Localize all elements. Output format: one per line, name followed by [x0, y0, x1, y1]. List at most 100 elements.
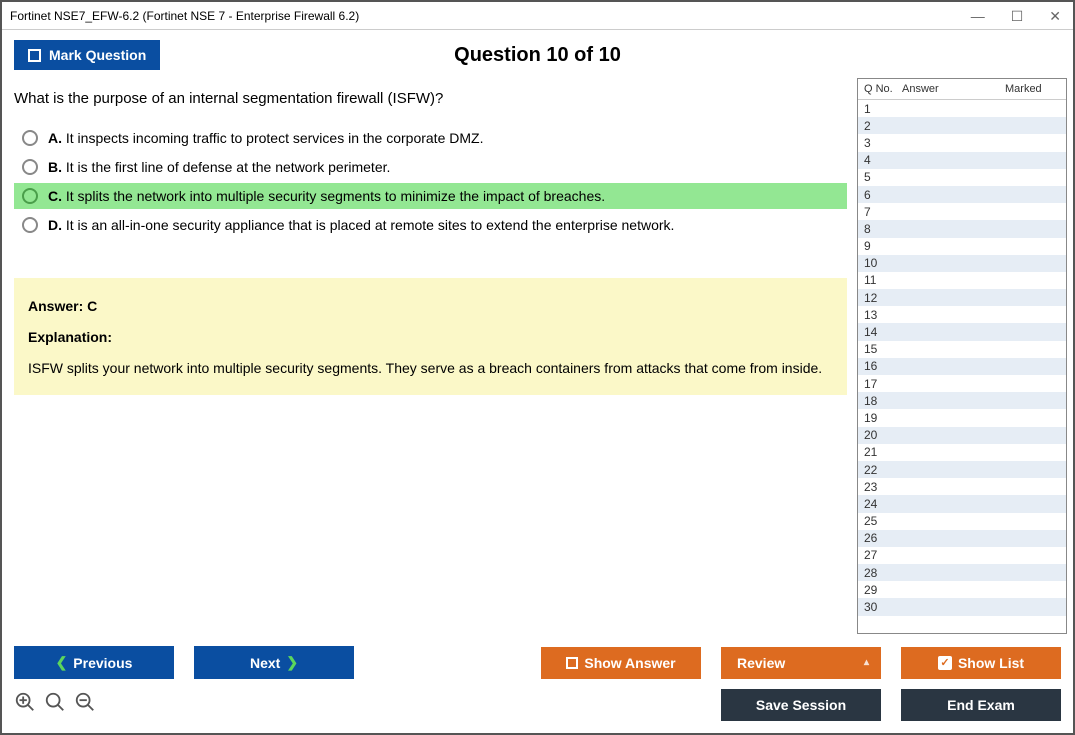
- answer-box: Answer: C Explanation: ISFW splits your …: [14, 278, 847, 395]
- square-icon: [566, 657, 578, 669]
- grid-cell-qno: 30: [864, 600, 902, 614]
- col-header-qno: Q No.: [864, 83, 902, 95]
- grid-row[interactable]: 27: [858, 547, 1066, 564]
- grid-cell-qno: 6: [864, 188, 902, 202]
- grid-row[interactable]: 21: [858, 444, 1066, 461]
- previous-button[interactable]: ❮ Previous: [14, 646, 174, 679]
- zoom-reset-icon[interactable]: [44, 691, 66, 719]
- option-d[interactable]: D. It is an all-in-one security applianc…: [14, 212, 847, 238]
- grid-row[interactable]: 7: [858, 203, 1066, 220]
- grid-row[interactable]: 18: [858, 392, 1066, 409]
- footer: ❮ Previous Next ❯ Show Answer Review ▴ ✓…: [2, 638, 1073, 733]
- grid-cell-qno: 19: [864, 411, 902, 425]
- grid-row[interactable]: 13: [858, 306, 1066, 323]
- footer-row-1: ❮ Previous Next ❯ Show Answer Review ▴ ✓…: [14, 646, 1061, 679]
- show-list-label: Show List: [958, 655, 1024, 671]
- grid-row[interactable]: 10: [858, 255, 1066, 272]
- grid-cell-qno: 11: [864, 273, 902, 287]
- grid-row[interactable]: 14: [858, 323, 1066, 340]
- end-exam-button[interactable]: End Exam: [901, 689, 1061, 721]
- grid-cell-qno: 22: [864, 463, 902, 477]
- grid-cell-qno: 10: [864, 256, 902, 270]
- grid-cell-qno: 1: [864, 102, 902, 116]
- option-text: C. It splits the network into multiple s…: [48, 188, 605, 204]
- grid-row[interactable]: 12: [858, 289, 1066, 306]
- grid-row[interactable]: 25: [858, 513, 1066, 530]
- grid-row[interactable]: 9: [858, 238, 1066, 255]
- chevron-up-icon: ▴: [864, 657, 869, 668]
- save-session-button[interactable]: Save Session: [721, 689, 881, 721]
- window-title: Fortinet NSE7_EFW-6.2 (Fortinet NSE 7 - …: [10, 9, 967, 23]
- grid-cell-qno: 17: [864, 377, 902, 391]
- main-area: What is the purpose of an internal segme…: [2, 78, 1073, 638]
- zoom-controls: [14, 691, 96, 719]
- option-c[interactable]: C. It splits the network into multiple s…: [14, 183, 847, 209]
- grid-row[interactable]: 5: [858, 169, 1066, 186]
- grid-cell-qno: 29: [864, 583, 902, 597]
- titlebar: Fortinet NSE7_EFW-6.2 (Fortinet NSE 7 - …: [2, 2, 1073, 30]
- grid-cell-qno: 28: [864, 566, 902, 580]
- option-text: A. It inspects incoming traffic to prote…: [48, 130, 483, 146]
- grid-row[interactable]: 28: [858, 564, 1066, 581]
- next-label: Next: [250, 655, 280, 671]
- col-header-answer: Answer: [902, 83, 1005, 95]
- grid-row[interactable]: 22: [858, 461, 1066, 478]
- grid-row[interactable]: 26: [858, 530, 1066, 547]
- option-a[interactable]: A. It inspects incoming traffic to prote…: [14, 125, 847, 151]
- grid-row[interactable]: 17: [858, 375, 1066, 392]
- grid-row[interactable]: 16: [858, 358, 1066, 375]
- zoom-out-icon[interactable]: [74, 691, 96, 719]
- grid-row[interactable]: 2: [858, 117, 1066, 134]
- grid-cell-qno: 21: [864, 445, 902, 459]
- grid-row[interactable]: 1: [858, 100, 1066, 117]
- grid-cell-qno: 16: [864, 359, 902, 373]
- grid-header: Q No. Answer Marked: [858, 79, 1066, 100]
- minimize-icon[interactable]: —: [967, 7, 989, 25]
- review-button[interactable]: Review ▴: [721, 647, 881, 679]
- zoom-in-icon[interactable]: [14, 691, 36, 719]
- grid-row[interactable]: 30: [858, 598, 1066, 615]
- option-b[interactable]: B. It is the first line of defense at th…: [14, 154, 847, 180]
- chevron-right-icon: ❯: [286, 654, 298, 671]
- grid-row[interactable]: 3: [858, 134, 1066, 151]
- show-answer-button[interactable]: Show Answer: [541, 647, 701, 679]
- app-window: Fortinet NSE7_EFW-6.2 (Fortinet NSE 7 - …: [0, 0, 1075, 735]
- grid-cell-qno: 9: [864, 239, 902, 253]
- check-icon: ✓: [938, 656, 952, 670]
- grid-row[interactable]: 29: [858, 581, 1066, 598]
- grid-cell-qno: 14: [864, 325, 902, 339]
- grid-row[interactable]: 11: [858, 272, 1066, 289]
- grid-cell-qno: 25: [864, 514, 902, 528]
- question-panel: What is the purpose of an internal segme…: [14, 78, 857, 634]
- grid-row[interactable]: 20: [858, 427, 1066, 444]
- explanation-label: Explanation:: [28, 325, 833, 350]
- option-text: B. It is the first line of defense at th…: [48, 159, 390, 175]
- grid-body[interactable]: 1234567891011121314151617181920212223242…: [858, 100, 1066, 633]
- radio-icon: [22, 159, 38, 175]
- next-button[interactable]: Next ❯: [194, 646, 354, 679]
- grid-row[interactable]: 24: [858, 495, 1066, 512]
- grid-row[interactable]: 8: [858, 220, 1066, 237]
- grid-row[interactable]: 15: [858, 341, 1066, 358]
- question-text: What is the purpose of an internal segme…: [14, 90, 847, 107]
- grid-row[interactable]: 4: [858, 152, 1066, 169]
- mark-question-button[interactable]: Mark Question: [14, 40, 160, 70]
- grid-cell-qno: 13: [864, 308, 902, 322]
- grid-cell-qno: 5: [864, 170, 902, 184]
- show-list-button[interactable]: ✓ Show List: [901, 647, 1061, 679]
- grid-cell-qno: 7: [864, 205, 902, 219]
- grid-cell-qno: 3: [864, 136, 902, 150]
- grid-row[interactable]: 6: [858, 186, 1066, 203]
- grid-row[interactable]: 19: [858, 409, 1066, 426]
- grid-cell-qno: 18: [864, 394, 902, 408]
- close-icon[interactable]: ✕: [1045, 7, 1065, 25]
- mark-question-label: Mark Question: [49, 47, 146, 63]
- radio-icon: [22, 217, 38, 233]
- grid-row[interactable]: 23: [858, 478, 1066, 495]
- maximize-icon[interactable]: ☐: [1007, 7, 1028, 25]
- grid-cell-qno: 24: [864, 497, 902, 511]
- question-grid: Q No. Answer Marked 12345678910111213141…: [857, 78, 1067, 634]
- grid-cell-qno: 15: [864, 342, 902, 356]
- show-answer-label: Show Answer: [584, 655, 675, 671]
- grid-cell-qno: 4: [864, 153, 902, 167]
